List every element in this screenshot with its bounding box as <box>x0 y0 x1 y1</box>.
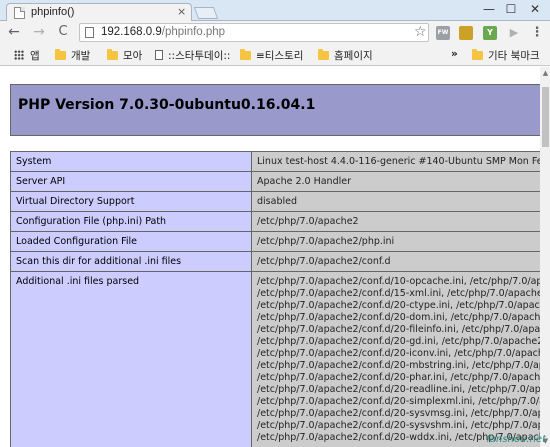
extension-y-icon[interactable]: Y <box>483 26 497 40</box>
bookmark-other-label: 기타 북마크 <box>488 50 540 62</box>
table-row: Loaded Configuration File/etc/php/7.0/ap… <box>10 231 540 252</box>
bookmark-folder-homepage[interactable]: 홈페이지 <box>318 48 373 62</box>
ini-file-line: /etc/php/7.0/apache2/conf.d/20-simplexml… <box>257 396 540 407</box>
back-button[interactable]: ← <box>5 23 23 41</box>
extension-fw-label: FW <box>437 29 449 36</box>
ini-file-line: /etc/php/7.0/apache2/conf.d/20-fileinfo.… <box>257 324 540 335</box>
ini-file-line: /etc/php/7.0/apache2/conf.d/20-sysvmsg.i… <box>257 408 540 419</box>
bookmark-homepage-label: 홈페이지 <box>334 50 373 62</box>
table-row: Additional .ini files parsed /etc/php/7.… <box>10 271 540 447</box>
extension-play-icon[interactable]: ▶ <box>507 26 521 40</box>
info-key: Virtual Directory Support <box>10 191 252 212</box>
ini-file-line: /etc/php/7.0/apache2/conf.d/20-iconv.ini… <box>257 348 540 359</box>
url-text[interactable]: 192.168.0.9/phpinfo.php <box>101 26 225 38</box>
bookmark-startoday-label: ::스타투데이:: <box>168 50 231 62</box>
info-key: Configuration File (php.ini) Path <box>10 211 252 232</box>
table-row: Server API Apache 2.0 Handler <box>10 171 540 192</box>
info-key: Server API <box>10 171 252 192</box>
page-title: PHP Version 7.0.30-0ubuntu0.16.04.1 <box>18 97 316 113</box>
info-key: System <box>10 151 252 172</box>
maximize-button[interactable]: ☐ <box>500 0 522 18</box>
bookmark-folder-dev[interactable]: 개발 <box>55 48 90 62</box>
minimize-button[interactable]: — <box>478 0 500 18</box>
page-favicon-icon <box>14 7 25 19</box>
scrollbar-thumb[interactable] <box>542 87 549 147</box>
ini-file-line: /etc/php/7.0/apache2/conf.d/20-dom.ini, … <box>257 312 540 323</box>
info-value: /etc/php/7.0/apache2/php.ini <box>251 231 540 252</box>
extension-y-label: Y <box>487 28 493 37</box>
ini-file-line: /etc/php/7.0/apache2/conf.d/15-xml.ini, … <box>257 288 540 299</box>
info-value: /etc/php/7.0/apache2/conf.d <box>251 251 540 272</box>
scroll-up-arrow-icon[interactable]: ▲ <box>541 69 550 77</box>
browser-menu-label: ⋮ <box>530 25 544 40</box>
ini-file-line: /etc/php/7.0/apache2/conf.d/20-readline.… <box>257 384 540 395</box>
ini-file-line: /etc/php/7.0/apache2/conf.d/10-opcache.i… <box>257 276 540 287</box>
tab-phpinfo[interactable]: phpinfo() × <box>6 3 192 22</box>
bookmarks-overflow-chevron-icon[interactable]: » <box>451 48 458 62</box>
ini-file-line: /etc/php/7.0/apache2/conf.d/20-mbstring.… <box>257 360 540 371</box>
forward-button[interactable]: → <box>30 23 48 41</box>
tab-close-icon[interactable]: × <box>177 5 186 18</box>
watermark-text: fanshou.net <box>486 434 546 445</box>
folder-icon <box>55 49 66 60</box>
page-content[interactable]: PHP Version 7.0.30-0ubuntu0.16.04.1 Syst… <box>0 67 540 447</box>
bookmark-moa-label: 모아 <box>123 50 143 62</box>
new-tab-button[interactable] <box>193 7 219 19</box>
bookmark-dev-label: 개발 <box>71 50 91 62</box>
info-key: Loaded Configuration File <box>10 231 252 252</box>
tab-strip: phpinfo() × — ☐ ✕ <box>0 0 550 22</box>
info-value-multiline: /etc/php/7.0/apache2/conf.d/10-opcache.i… <box>251 271 540 447</box>
table-row: Virtual Directory Support disabled <box>10 191 540 212</box>
folder-icon <box>107 49 118 60</box>
bookmark-startoday[interactable]: ::스타투데이:: <box>155 48 230 62</box>
bookmarks-bar: 앱 개발 모아 ::스타투데이:: ≡티스토리 홈페이지 » 기타 북마크 <box>0 44 550 66</box>
url-host: 192.168.0.9 <box>101 26 162 38</box>
reload-button[interactable]: C <box>54 23 72 41</box>
folder-icon <box>240 49 251 60</box>
page-icon <box>155 50 163 60</box>
table-row: System Linux test-host 4.4.0-116-generic … <box>10 151 540 172</box>
bookmark-other-bookmarks[interactable]: 기타 북마크 <box>472 48 540 62</box>
info-value: Apache 2.0 Handler <box>251 171 540 192</box>
ini-file-line: /etc/php/7.0/apache2/conf.d/20-phar.ini,… <box>257 372 540 383</box>
bookmark-apps[interactable]: 앱 <box>14 48 40 62</box>
folder-icon <box>472 49 483 60</box>
close-window-button[interactable]: ✕ <box>524 0 546 18</box>
ini-file-line: /etc/php/7.0/apache2/conf.d/20-gd.ini, /… <box>257 336 540 347</box>
ini-file-line: /etc/php/7.0/apache2/conf.d/20-sysvshm.i… <box>257 420 540 431</box>
url-path: /phpinfo.php <box>161 26 226 38</box>
info-value: /etc/php/7.0/apache2 <box>251 211 540 232</box>
extension-fw-icon[interactable]: FW <box>436 26 450 40</box>
info-value: disabled <box>251 191 540 212</box>
apps-grid-icon <box>14 50 24 60</box>
table-row: Configuration File (php.ini) Path/etc/ph… <box>10 211 540 232</box>
address-bar[interactable]: 192.168.0.9/phpinfo.php ☆ <box>79 23 429 42</box>
php-info-table: System Linux test-host 4.4.0-116-generic … <box>10 151 540 447</box>
bookmark-star-icon[interactable]: ☆ <box>414 24 427 40</box>
extension-play-label: ▶ <box>509 26 519 39</box>
browser-menu-icon[interactable]: ⋮ <box>530 26 544 40</box>
browser-toolbar: ← → C 192.168.0.9/phpinfo.php ☆ FW Y ▶ ⋮ <box>0 21 550 44</box>
bookmark-folder-tistory[interactable]: ≡티스토리 <box>240 48 303 62</box>
page-info-icon[interactable] <box>85 27 94 38</box>
ini-file-line: /etc/php/7.0/apache2/conf.d/20-ctype.ini… <box>257 300 540 311</box>
extension-folder-icon[interactable] <box>459 26 473 40</box>
bookmark-folder-moa[interactable]: 모아 <box>107 48 142 62</box>
info-value: Linux test-host 4.4.0-116-generic #140-U… <box>251 151 540 172</box>
folder-icon <box>318 49 329 60</box>
info-key: Scan this dir for additional .ini files <box>10 251 252 272</box>
tab-title: phpinfo() <box>31 6 75 18</box>
php-version-header: PHP Version 7.0.30-0ubuntu0.16.04.1 <box>10 84 540 136</box>
bookmark-apps-label: 앱 <box>30 50 40 62</box>
bookmark-tistory-label: ≡티스토리 <box>256 50 304 62</box>
table-row: Scan this dir for additional .ini files /… <box>10 251 540 272</box>
info-key: Additional .ini files parsed <box>10 271 252 447</box>
